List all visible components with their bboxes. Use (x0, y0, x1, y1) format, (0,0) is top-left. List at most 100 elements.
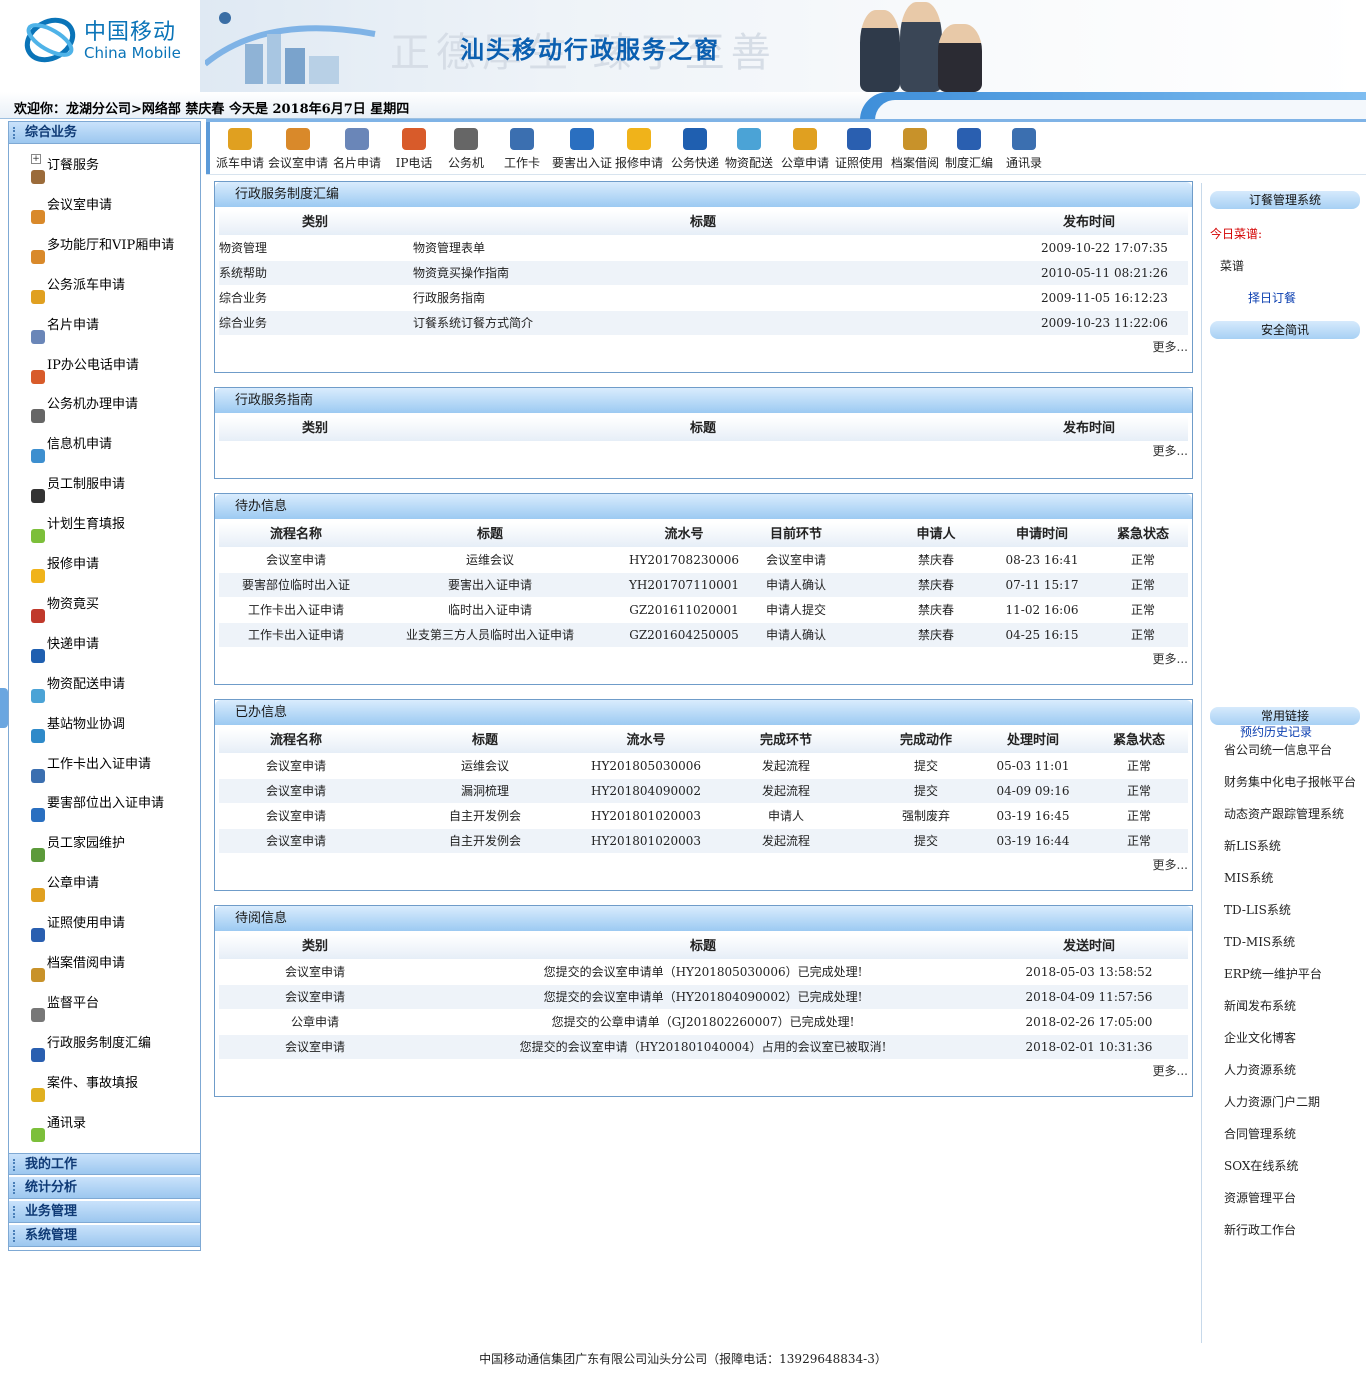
sidebar-item[interactable]: IP办公电话申请 (9, 352, 200, 392)
table-row[interactable]: 工作卡出入证申请 临时出入证申请 GZ201611020001 申请人提交 禁庆春 11-… (219, 598, 1188, 622)
toolbar-button[interactable]: 报修申请 (614, 122, 664, 172)
sidebar-item[interactable]: 工作卡出入证申请 (9, 751, 200, 791)
common-link[interactable]: 新闻发布系统 (1224, 997, 1296, 1014)
table-row[interactable]: 会议室申请 您提交的会议室申请单（HY201804090002）已完成处理! 201… (219, 985, 1188, 1009)
common-link[interactable]: 新LIS系统 (1224, 837, 1281, 854)
sidebar-item[interactable]: 通讯录 (9, 1110, 200, 1150)
sidebar-item[interactable]: 快递申请 (9, 631, 200, 671)
sidebar-section-general[interactable]: 综合业务 (9, 122, 200, 144)
sidebar-item[interactable]: 基站物业协调 (9, 711, 200, 751)
table-row[interactable]: 会议室申请 自主开发例会 HY201801020003 发起流程 提交 03-19 16:… (219, 829, 1188, 853)
sidebar-item[interactable]: 公务机办理申请 (9, 391, 200, 431)
sidebar-item[interactable]: 员工家园维护 (9, 830, 200, 870)
table-cell[interactable]: 自主开发例会 (449, 804, 521, 828)
table-row[interactable]: 会议室申请 您提交的会议室申请单（HY201805030006）已完成处理! 201… (219, 960, 1188, 984)
table-row[interactable]: 物资管理 物资管理表单 2009-10-22 17:07:35 (219, 236, 1188, 260)
sidebar-section-business[interactable]: 业务管理 (9, 1201, 200, 1223)
toolbar-button[interactable]: 档案借阅 (890, 122, 940, 172)
table-cell[interactable]: 您提交的公章申请单（GJ201802260007）已完成处理! (552, 1010, 855, 1034)
table-row[interactable]: 公章申请 您提交的公章申请单（GJ201802260007）已完成处理! 2018-… (219, 1010, 1188, 1034)
table-cell[interactable]: 您提交的会议室申请（HY201801040004）占用的会议室已被取消! (520, 1035, 887, 1059)
toolbar-button[interactable]: 制度汇编 (944, 122, 994, 172)
toolbar-button[interactable]: 物资配送 (724, 122, 774, 172)
sidebar-item[interactable]: 监督平台 (9, 990, 200, 1030)
sidebar-item[interactable]: 名片申请 (9, 312, 200, 352)
common-link[interactable]: 新行政工作台 (1224, 1221, 1296, 1238)
toolbar-button[interactable]: 通讯录 (1004, 122, 1044, 172)
table-row[interactable]: 要害部位临时出入证 要害出入证申请 YH201707110001 申请人确认 禁庆春 07… (219, 573, 1188, 597)
table-row[interactable]: 工作卡出入证申请 业支第三方人员临时出入证申请 GZ201604250005 申请人确… (219, 623, 1188, 647)
sidebar-item[interactable]: 物资配送申请 (9, 671, 200, 711)
common-link[interactable]: 企业文化博客 (1224, 1029, 1296, 1046)
toolbar-button[interactable]: 公务机 (446, 122, 486, 172)
common-link[interactable]: 省公司统一信息平台 (1224, 741, 1332, 758)
toolbar-button[interactable]: 工作卡 (502, 122, 542, 172)
sidebar-item[interactable]: 物资竟买 (9, 591, 200, 631)
more-link[interactable]: 更多... (1153, 650, 1188, 667)
toolbar-button[interactable]: 证照使用 (834, 122, 884, 172)
common-link[interactable]: TD-LIS系统 (1224, 901, 1291, 918)
sidebar-item[interactable]: 证照使用申请 (9, 910, 200, 950)
common-link[interactable]: 人力资源系统 (1224, 1061, 1296, 1078)
toolbar-button[interactable]: 要害出入证 (552, 122, 612, 172)
more-link[interactable]: 更多... (1153, 338, 1188, 355)
sidebar-item[interactable]: 计划生育填报 (9, 511, 200, 551)
table-row[interactable]: 会议室申请 运维会议 HY201805030006 发起流程 提交 05-03 11:01… (219, 754, 1188, 778)
table-row[interactable]: 综合业务 订餐系统订餐方式简介 2009-10-23 11:22:06 (219, 311, 1188, 335)
more-link[interactable]: 更多... (1153, 442, 1188, 459)
sidebar-item[interactable]: 要害部位出入证申请 (9, 790, 200, 830)
sidebar-section-my-work[interactable]: 我的工作 (9, 1153, 200, 1175)
toolbar-button[interactable]: 名片申请 (332, 122, 382, 172)
sidebar-item[interactable]: 会议室申请 (9, 192, 200, 232)
common-link[interactable]: MIS系统 (1224, 869, 1273, 886)
toolbar-button[interactable]: 派车申请 (214, 122, 266, 172)
table-cell[interactable]: 您提交的会议室申请单（HY201804090002）已完成处理! (544, 985, 863, 1009)
table-cell[interactable]: 运维会议 (466, 548, 514, 572)
table-cell[interactable]: 物资竟买操作指南 (413, 261, 509, 285)
common-link[interactable]: 动态资产跟踪管理系统 (1224, 805, 1344, 822)
common-link[interactable]: TD-MIS系统 (1224, 933, 1295, 950)
table-row[interactable]: 系统帮助 物资竟买操作指南 2010-05-11 08:21:26 (219, 261, 1188, 285)
table-cell[interactable]: 漏洞梳理 (461, 779, 509, 803)
sidebar-collapse-handle[interactable] (0, 688, 8, 728)
table-cell[interactable]: 订餐系统订餐方式简介 (413, 311, 533, 335)
sidebar-item[interactable]: 信息机申请 (9, 431, 200, 471)
table-cell[interactable]: 业支第三方人员临时出入证申请 (406, 623, 574, 647)
reservation-history-link[interactable]: 预约历史记录 (1240, 723, 1312, 740)
toolbar-button[interactable]: IP电话 (392, 122, 436, 172)
toolbar-button[interactable]: 公务快递 (670, 122, 720, 172)
table-cell[interactable]: 运维会议 (461, 754, 509, 778)
sidebar-item[interactable]: 公章申请 (9, 870, 200, 910)
sidebar-item[interactable]: 公务派车申请 (9, 272, 200, 312)
common-link[interactable]: 资源管理平台 (1224, 1189, 1296, 1206)
sidebar-item[interactable]: 员工制服申请 (9, 471, 200, 511)
sidebar-item[interactable]: 多功能厅和VIP厢申请 (9, 232, 200, 272)
table-row[interactable]: 会议室申请 漏洞梳理 HY201804090002 发起流程 提交 04-09 09:16… (219, 779, 1188, 803)
sidebar-section-statistics[interactable]: 统计分析 (9, 1177, 200, 1199)
common-link[interactable]: SOX在线系统 (1224, 1157, 1298, 1174)
table-cell[interactable]: 自主开发例会 (449, 829, 521, 853)
sidebar-item[interactable]: 报修申请 (9, 551, 200, 591)
toolbar-button[interactable]: 公章申请 (780, 122, 830, 172)
table-row[interactable]: 综合业务 行政服务指南 2009-11-05 16:12:23 (219, 286, 1188, 310)
common-link[interactable]: 人力资源门户二期 (1224, 1093, 1320, 1110)
table-cell[interactable]: 行政服务指南 (413, 286, 485, 310)
table-cell[interactable]: 临时出入证申请 (448, 598, 532, 622)
sidebar-item[interactable]: 案件、事故填报 (9, 1070, 200, 1110)
sidebar-item[interactable]: 行政服务制度汇编 (9, 1030, 200, 1070)
more-link[interactable]: 更多... (1153, 1062, 1188, 1079)
table-row[interactable]: 会议室申请 您提交的会议室申请（HY201801040004）占用的会议室已被取消… (219, 1035, 1188, 1059)
more-link[interactable]: 更多... (1153, 856, 1188, 873)
toolbar-button[interactable]: 会议室申请 (268, 122, 328, 172)
table-row[interactable]: 会议室申请 自主开发例会 HY201801020003 申请人 强制废弃 03-19 16… (219, 804, 1188, 828)
expand-plus-icon[interactable]: + (31, 154, 41, 164)
common-link[interactable]: 合同管理系统 (1224, 1125, 1296, 1142)
table-cell[interactable]: 物资管理表单 (413, 236, 485, 260)
table-cell[interactable]: 您提交的会议室申请单（HY201805030006）已完成处理! (544, 960, 863, 984)
sidebar-item[interactable]: 档案借阅申请 (9, 950, 200, 990)
order-by-date-link[interactable]: 择日订餐 (1248, 289, 1296, 306)
common-link[interactable]: 财务集中化电子报帐平台 (1224, 773, 1356, 790)
common-link[interactable]: ERP统一维护平台 (1224, 965, 1322, 982)
sidebar-section-system[interactable]: 系统管理 (9, 1225, 200, 1247)
menu-link[interactable]: 菜谱 (1220, 257, 1244, 274)
